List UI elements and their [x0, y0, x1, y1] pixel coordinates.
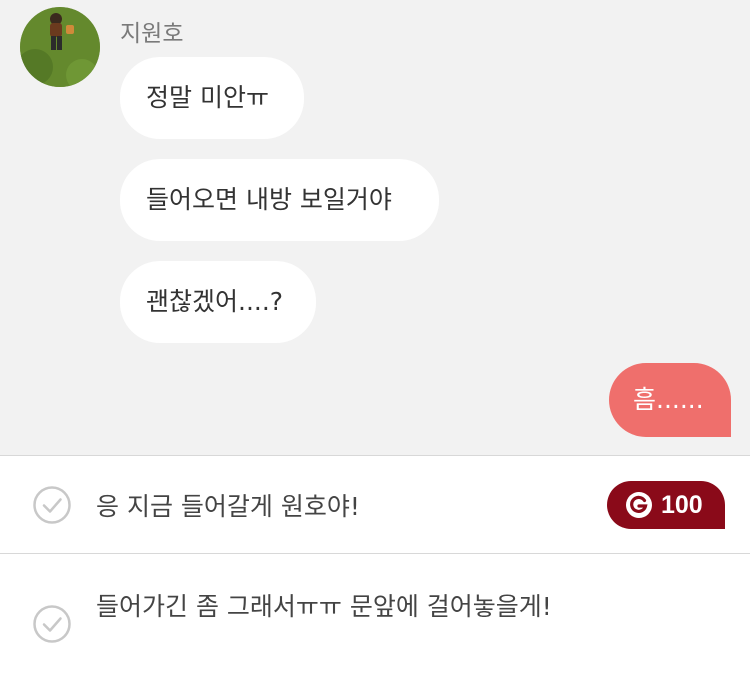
- avatar-photo: [20, 7, 100, 87]
- check-circle-icon: [33, 605, 71, 643]
- chat-area: 지원호 정말 미안ㅠ 들어오면 내방 보일거야 괜찮겠어....? 흠.....…: [0, 0, 750, 455]
- cost-value: 100: [661, 490, 703, 519]
- choice-option-1[interactable]: 응 지금 들어갈게 원호야! 100: [0, 455, 750, 553]
- choice-option-2[interactable]: 들어가긴 좀 그래서ㅠㅠ 문앞에 걸어놓을게!: [0, 553, 750, 684]
- choice-text: 들어가긴 좀 그래서ㅠㅠ 문앞에 걸어놓을게!: [96, 592, 552, 621]
- gem-coin-icon: [626, 492, 652, 518]
- incoming-message: 괜찮겠어....?: [120, 261, 316, 343]
- choice-text: 응 지금 들어갈게 원호야!: [96, 492, 360, 521]
- outgoing-message: 흠......: [609, 363, 731, 437]
- check-circle-icon: [33, 486, 71, 524]
- sender-name: 지원호: [120, 21, 184, 47]
- incoming-message: 들어오면 내방 보일거야: [120, 159, 439, 241]
- incoming-message: 정말 미안ㅠ: [120, 57, 304, 139]
- cost-badge: 100: [607, 481, 725, 529]
- avatar[interactable]: [20, 7, 100, 87]
